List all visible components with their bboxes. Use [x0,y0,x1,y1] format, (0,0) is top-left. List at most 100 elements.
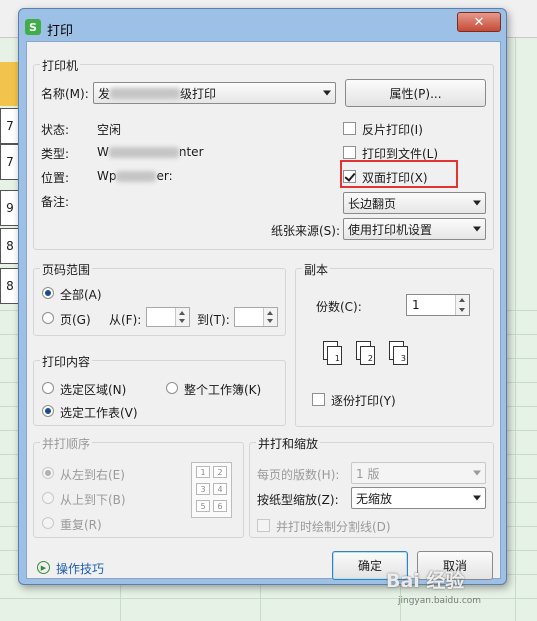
paper-source-select[interactable]: 使用打印机设置 [343,218,486,240]
copies-title: 副本 [302,261,331,278]
repeat-label: 重复(R) [60,518,102,532]
paper-source-value: 使用打印机设置 [348,222,433,237]
printer-name-prefix: 发 [98,86,111,101]
selected-column-header [0,62,20,106]
wps-app-icon: S [25,19,41,35]
order-cell: 6 [213,500,227,512]
row-value: 7 [0,144,20,180]
row-value: 8 [0,228,20,264]
duplex-mode-select[interactable]: 长边翻页 [343,192,486,214]
type-value: Wnter [97,145,204,159]
left-to-right-label: 从左到右(E) [60,468,125,482]
paper-source-label: 纸张来源(S): [271,224,341,238]
dialog-content: 打印机 名称(M): 发 级打印 属性(P)... 状态: 空闲 类型: Wnt… [26,41,501,580]
scale-value: 无缩放 [356,491,393,506]
pages-label[interactable]: 页(G) [60,311,91,328]
tips-link[interactable]: 操作技巧 [56,560,104,577]
scale-select[interactable]: 无缩放 [351,487,486,509]
print-content-title: 打印内容 [40,353,93,370]
dialog-title: 打印 [47,24,74,39]
chevron-down-icon [473,200,481,206]
page-icon: 3 [393,346,408,365]
play-circle-icon[interactable]: ▶ [37,561,50,574]
chevron-down-icon [473,495,481,501]
redacted-location [116,171,157,182]
location-value: Wp er: [97,169,173,183]
collate-label[interactable]: 逐份打印(Y) [331,392,396,409]
reverse-print-label[interactable]: 反片打印(I) [362,121,423,138]
type-value-suffix: nter [178,145,204,159]
row-value: 8 [0,268,20,304]
worksheet-label[interactable]: 选定工作表(V) [60,404,138,421]
printer-name-select[interactable]: 发 级打印 [93,82,336,104]
to-page-input[interactable] [234,307,278,327]
printer-name-label: 名称(M): [41,87,89,101]
copies-count-input[interactable]: 1 [406,294,470,316]
chevron-down-icon [473,226,481,232]
printer-group-title: 打印机 [40,57,81,74]
redacted-type [108,147,179,158]
top-to-bottom-radio[interactable] [42,492,54,504]
watermark-url: jingyan.baidu.com [398,596,482,606]
dialog-titlebar[interactable]: S 打印 ✕ [19,9,506,45]
printer-name-suffix: 级打印 [180,86,217,101]
order-cell: 3 [196,483,210,495]
merge-scale-title: 并打和缩放 [256,435,321,452]
type-label: 类型: [41,147,70,161]
top-to-bottom-label: 从上到下(B) [60,493,126,507]
order-cell: 2 [213,466,227,478]
print-order-preview: 1 2 3 4 5 6 [191,462,232,518]
all-pages-label[interactable]: 全部(A) [60,286,102,303]
print-to-file-checkbox[interactable] [343,146,356,159]
type-value-prefix: W [97,145,109,159]
draw-borders-checkbox[interactable] [257,519,270,532]
close-button[interactable]: ✕ [457,12,501,32]
pages-radio[interactable] [42,312,54,324]
from-label: 从(F): [109,313,142,327]
workbook-radio[interactable] [166,382,178,394]
scale-label: 按纸型缩放(Z): [257,493,339,507]
selection-radio[interactable] [42,382,54,394]
row-value: 9 [0,190,20,226]
reverse-print-checkbox[interactable] [343,122,356,135]
duplex-mode-value: 长边翻页 [348,196,397,211]
highlight-box [340,160,458,188]
print-dialog: S 打印 ✕ 打印机 名称(M): 发 级打印 属性(P)... 状态: 空闲 … [18,8,507,585]
copies-count-label: 份数(C): [316,300,362,314]
order-cell: 1 [196,466,210,478]
status-label: 状态: [41,123,70,137]
to-label: 到(T): [197,313,230,327]
chevron-down-icon [473,470,481,476]
page-range-title: 页码范围 [40,261,93,278]
selection-label[interactable]: 选定区域(N) [60,381,126,398]
pages-per-sheet-select[interactable]: 1 版 [351,462,486,484]
location-value-suffix: er: [156,169,173,183]
all-pages-radio[interactable] [42,287,54,299]
left-to-right-radio[interactable] [42,467,54,479]
chevron-down-icon [323,90,331,96]
worksheet-radio[interactable] [42,405,54,417]
baidu-jingyan-watermark: Bai 经验 jingyan.baidu.com [378,566,533,616]
comment-label: 备注: [41,195,70,209]
watermark-brand: Bai 经验 [386,570,465,592]
draw-borders-label: 并打时绘制分割线(D) [276,520,391,534]
from-page-stepper[interactable] [175,308,189,326]
properties-button[interactable]: 属性(P)... [345,79,486,107]
status-value: 空闲 [97,123,122,137]
copies-count-value: 1 [412,298,420,312]
page-icon: 1 [327,346,342,365]
from-page-input[interactable] [146,307,190,327]
copies-count-stepper[interactable] [455,295,469,315]
location-label: 位置: [41,171,70,185]
order-cell: 4 [213,483,227,495]
order-cell: 5 [196,500,210,512]
page-icon: 2 [360,346,375,365]
grid-column-line [515,38,516,621]
repeat-radio[interactable] [42,517,54,529]
workbook-label[interactable]: 整个工作簿(K) [184,381,261,398]
collate-checkbox[interactable] [312,393,325,406]
print-order-title: 并打顺序 [40,435,93,452]
pages-per-sheet-label: 每页的版数(H): [257,468,340,482]
pages-per-sheet-value: 1 版 [356,466,380,481]
to-page-stepper[interactable] [263,308,277,326]
